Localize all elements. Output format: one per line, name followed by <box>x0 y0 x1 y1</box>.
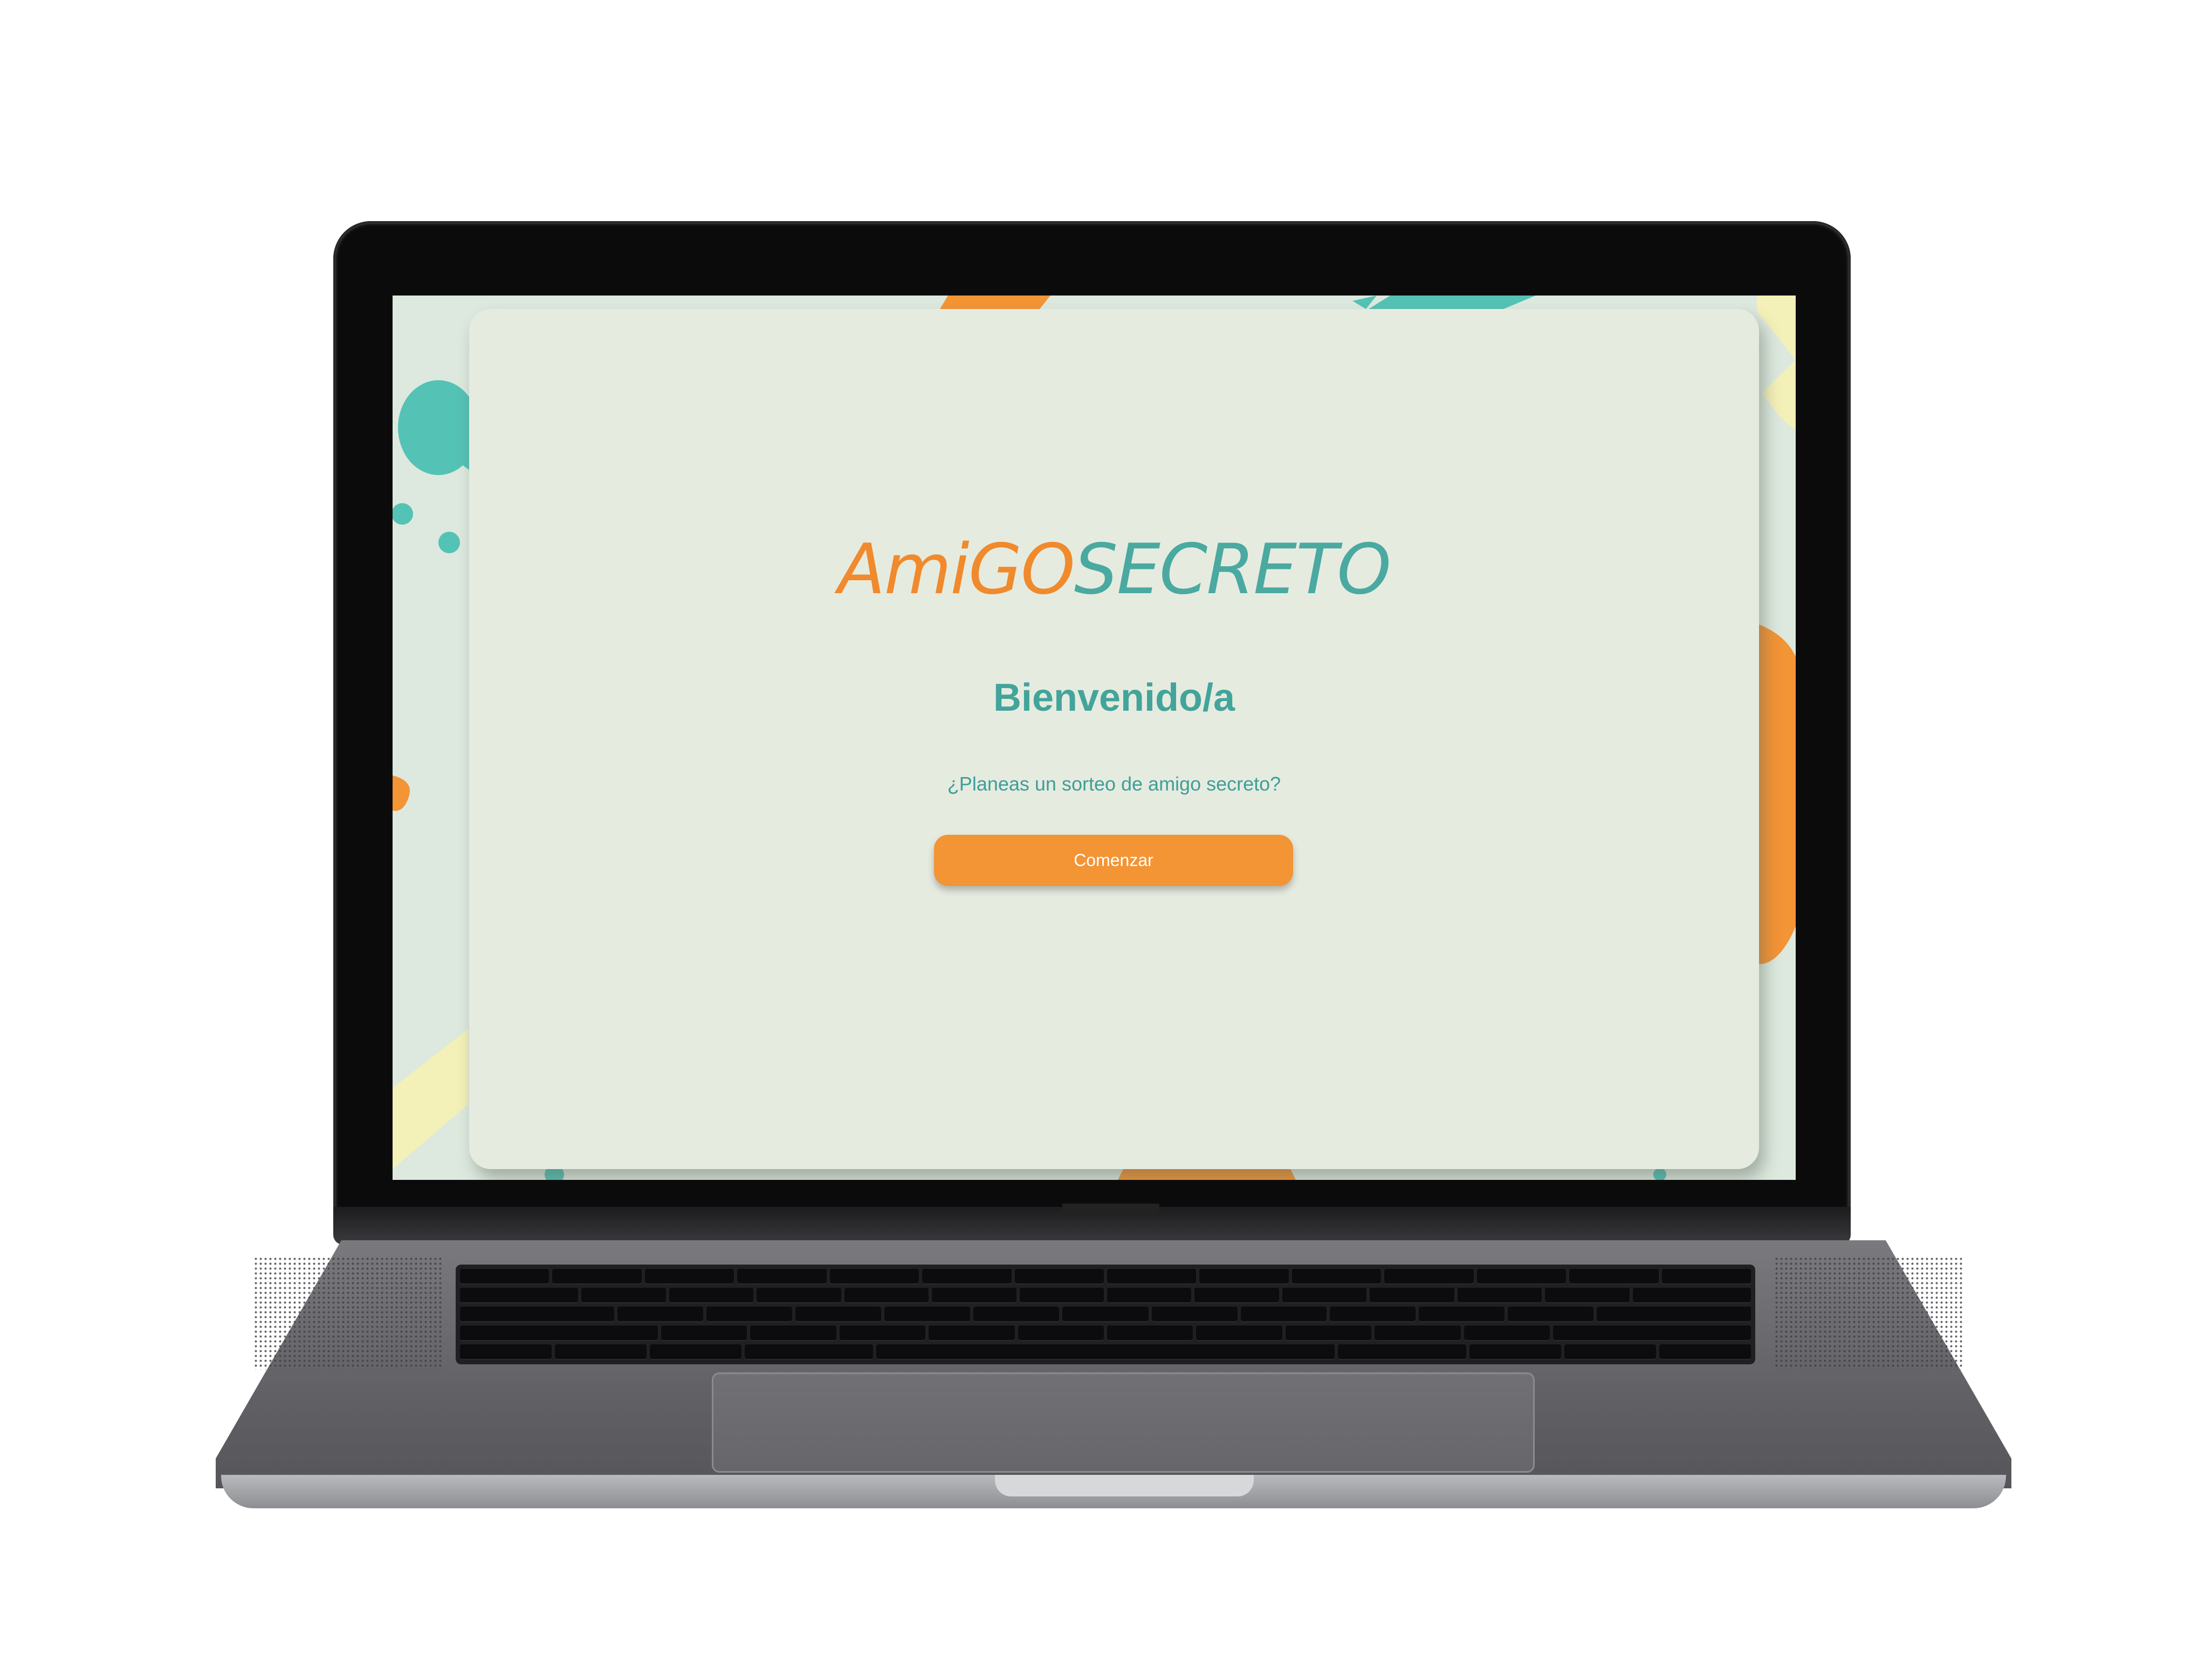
key <box>1596 1307 1751 1322</box>
key <box>460 1288 579 1303</box>
key <box>1014 1269 1104 1285</box>
key <box>737 1269 827 1285</box>
hinge-notch <box>1062 1204 1159 1214</box>
key <box>1457 1288 1542 1303</box>
key <box>1384 1269 1474 1285</box>
key <box>669 1288 754 1303</box>
key <box>555 1344 647 1360</box>
key <box>1632 1288 1751 1303</box>
logo-secreto: SECRETO <box>1074 530 1391 610</box>
lid-open-notch <box>995 1475 1254 1496</box>
key <box>1469 1344 1561 1360</box>
laptop-mockup: AmiGOSECRETO Bienvenido/a ¿Planeas un so… <box>0 0 2212 1676</box>
key <box>460 1307 615 1322</box>
key <box>1107 1269 1197 1285</box>
key <box>839 1325 926 1341</box>
key <box>1545 1288 1630 1303</box>
key <box>1018 1325 1104 1341</box>
key <box>460 1344 552 1360</box>
key <box>1199 1269 1289 1285</box>
key <box>1375 1325 1461 1341</box>
key <box>661 1325 747 1341</box>
key <box>1464 1325 1550 1341</box>
key <box>829 1269 919 1285</box>
key <box>460 1269 549 1285</box>
key <box>795 1307 882 1322</box>
key <box>1107 1325 1193 1341</box>
key <box>617 1307 704 1322</box>
key <box>1282 1288 1367 1303</box>
logo-amigo: AmiGO <box>838 530 1075 610</box>
app-logo: AmiGOSECRETO <box>469 535 1759 605</box>
key <box>973 1307 1060 1322</box>
speaker-grille-left <box>253 1256 442 1370</box>
key <box>706 1307 793 1322</box>
key <box>929 1325 1015 1341</box>
key <box>1476 1269 1567 1285</box>
start-button[interactable]: Comenzar <box>934 835 1293 886</box>
key <box>1370 1288 1454 1303</box>
key <box>1107 1288 1192 1303</box>
key <box>552 1269 642 1285</box>
key <box>745 1344 873 1360</box>
key <box>1240 1307 1327 1322</box>
key <box>1418 1307 1505 1322</box>
key <box>1507 1307 1593 1322</box>
key <box>932 1288 1016 1303</box>
speaker-grille-right <box>1774 1256 1963 1370</box>
key <box>644 1269 734 1285</box>
keyboard <box>456 1265 1755 1364</box>
key <box>1196 1325 1282 1341</box>
key <box>1151 1307 1238 1322</box>
key <box>1338 1344 1466 1360</box>
key <box>1019 1288 1104 1303</box>
key <box>650 1344 741 1360</box>
key <box>884 1307 971 1322</box>
key <box>460 1325 658 1341</box>
trackpad <box>712 1372 1535 1473</box>
key <box>1553 1325 1751 1341</box>
key <box>1659 1344 1751 1360</box>
key <box>922 1269 1012 1285</box>
spacebar <box>876 1344 1335 1360</box>
laptop-screen: AmiGOSECRETO Bienvenido/a ¿Planeas un so… <box>393 296 1796 1180</box>
key <box>1564 1344 1656 1360</box>
key <box>1569 1269 1659 1285</box>
key <box>844 1288 929 1303</box>
key <box>1194 1288 1279 1303</box>
welcome-card: AmiGOSECRETO Bienvenido/a ¿Planeas un so… <box>469 309 1759 1169</box>
welcome-title: Bienvenido/a <box>993 676 1235 719</box>
key <box>750 1325 836 1341</box>
key <box>757 1288 841 1303</box>
key <box>1661 1269 1751 1285</box>
key <box>1292 1269 1382 1285</box>
key <box>1329 1307 1416 1322</box>
key <box>581 1288 666 1303</box>
key <box>1062 1307 1149 1322</box>
key <box>1285 1325 1372 1341</box>
welcome-question: ¿Planeas un sorteo de amigo secreto? <box>947 773 1281 795</box>
